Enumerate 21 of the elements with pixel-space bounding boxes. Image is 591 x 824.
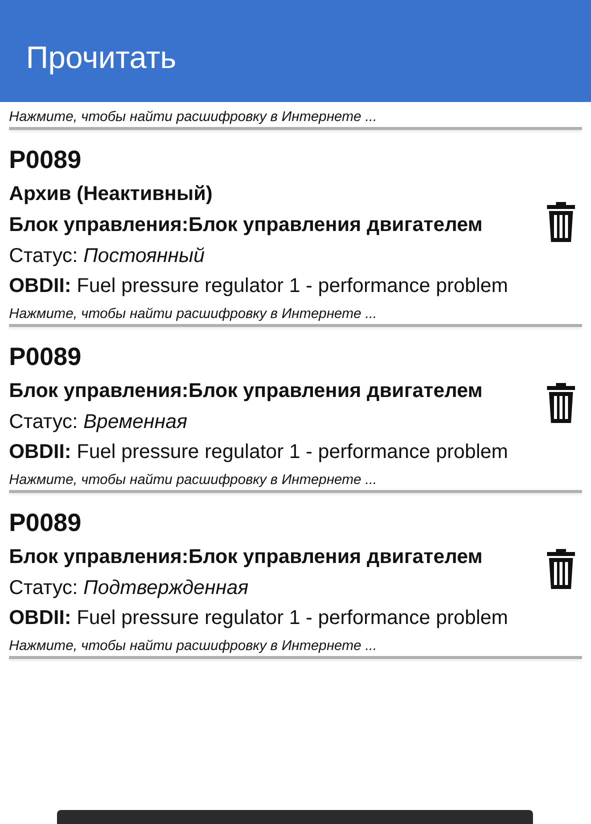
- search-hint-link[interactable]: Нажмите, чтобы найти расшифровку в Интернете ...: [0, 631, 591, 654]
- status-label: Статус: Постоянный: [9, 244, 206, 269]
- trash-icon[interactable]: [546, 382, 576, 424]
- trouble-code: P0089: [9, 508, 82, 539]
- search-hint-link[interactable]: Нажмите, чтобы найти расшифровку в Интернете ...: [0, 465, 591, 488]
- trouble-code: P0089: [9, 342, 82, 373]
- code-description: OBDII: Fuel pressure regulator 1 - performance problem: [9, 274, 510, 299]
- trouble-code: P0089: [9, 145, 82, 176]
- code-description: OBDII: Fuel pressure regulator 1 - performance problem: [9, 440, 510, 465]
- trash-icon[interactable]: [546, 200, 576, 242]
- code-description: OBDII: Fuel pressure regulator 1 - performance problem: [9, 606, 510, 631]
- module-label: Блок управления:Блок управления двигателем: [9, 213, 484, 238]
- trash-icon[interactable]: [546, 548, 576, 590]
- module-label: Блок управления:Блок управления двигателем: [9, 379, 484, 404]
- search-hint-link[interactable]: Нажмите, чтобы найти расшифровку в Интернете ...: [0, 102, 591, 125]
- status-label: Статус: Подтвержденная: [9, 576, 250, 601]
- app-bar-title: Прочитать: [26, 40, 176, 76]
- archive-label: Архив (Неактивный): [9, 182, 214, 207]
- module-label: Блок управления:Блок управления двигателем: [9, 545, 484, 570]
- search-hint-link[interactable]: Нажмите, чтобы найти расшифровку в Интернете ...: [0, 299, 591, 322]
- status-label: Статус: Временная: [9, 410, 188, 435]
